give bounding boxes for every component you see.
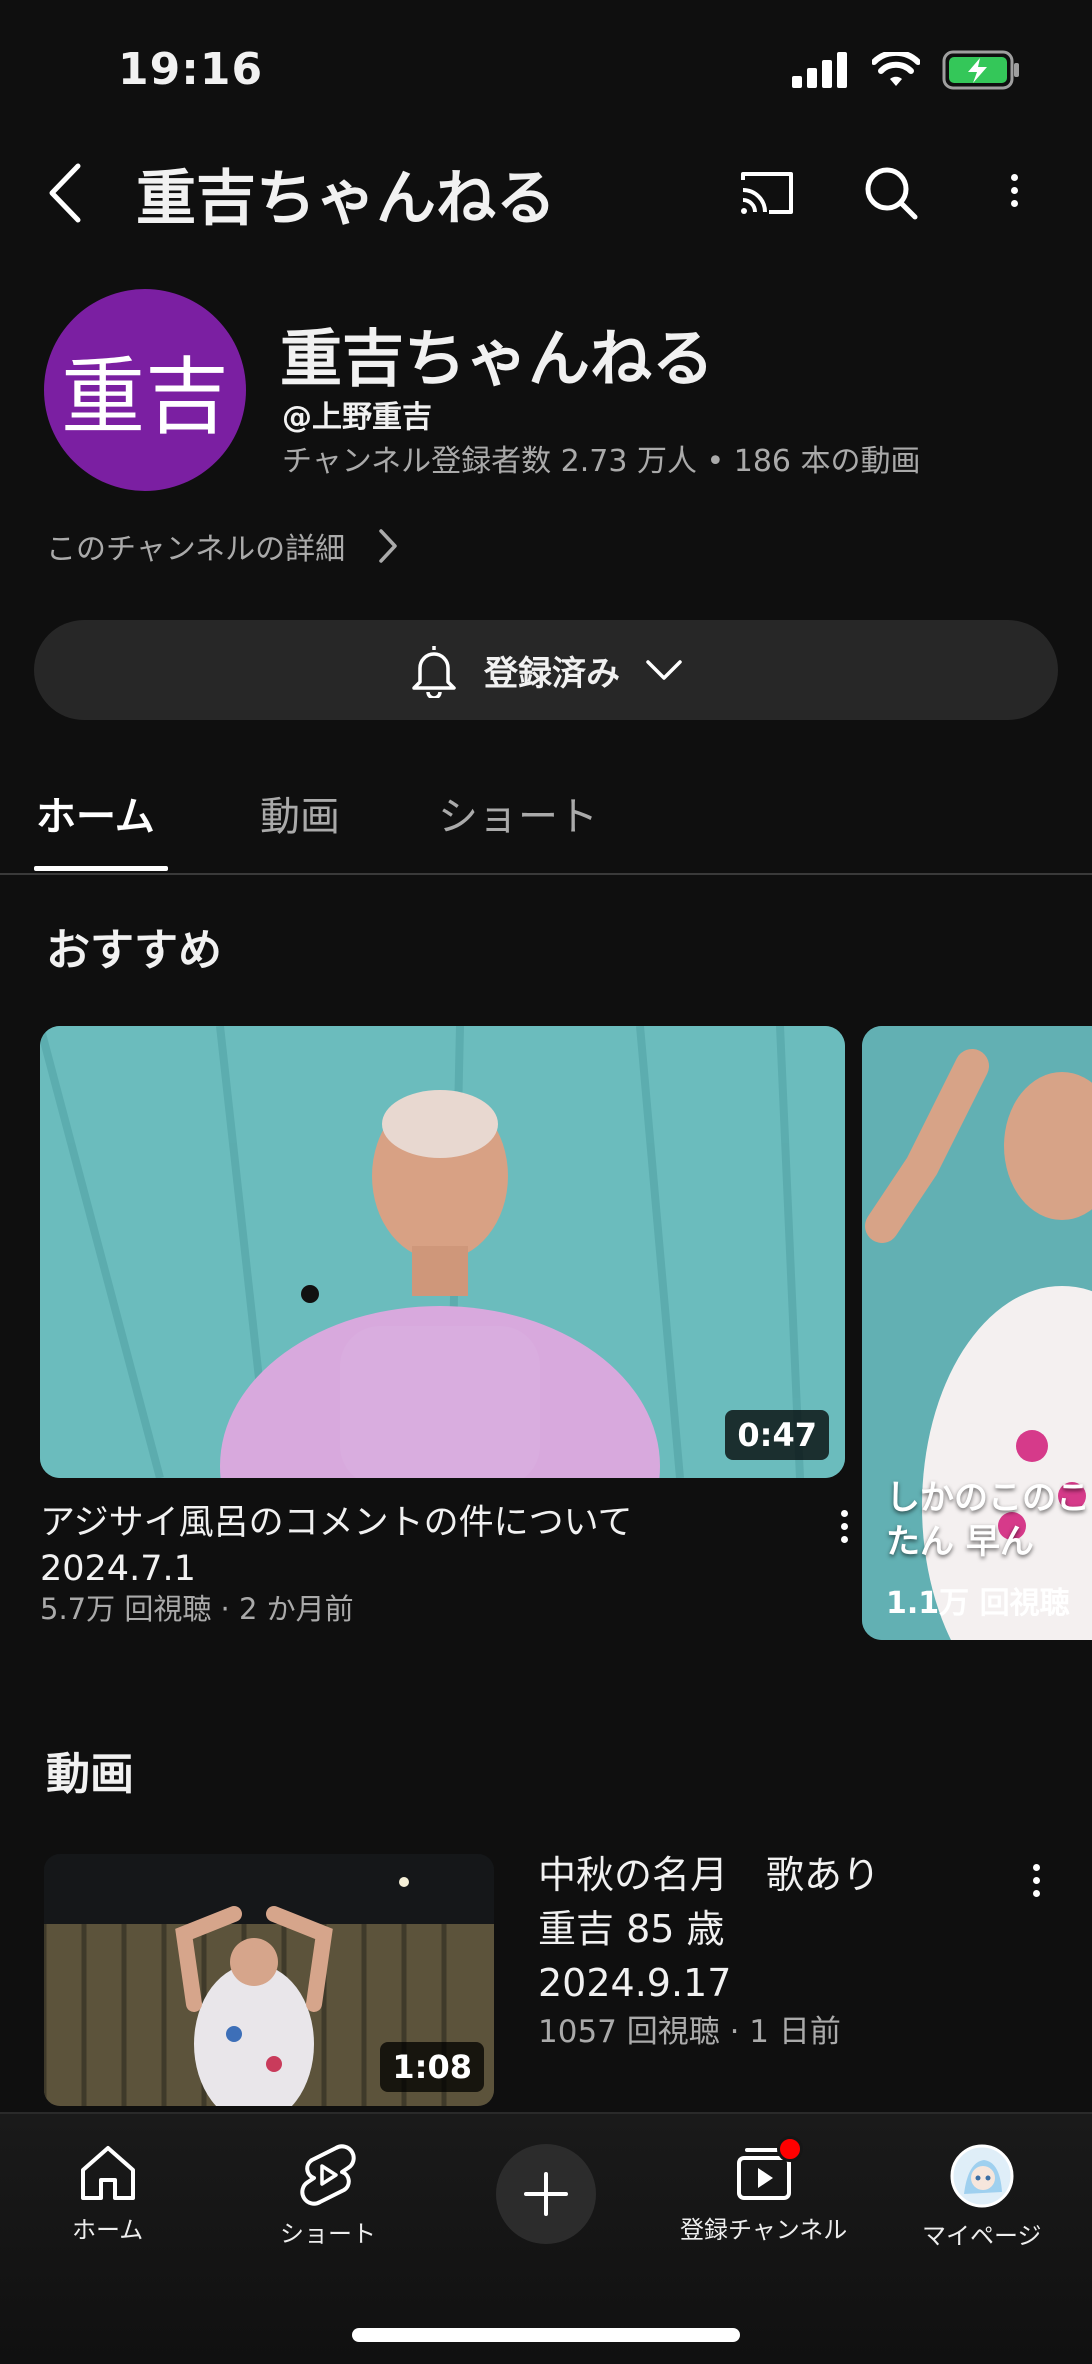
channel-details-label: このチャンネルの詳細 [46,532,346,567]
nav-subscriptions-label: 登録チャンネル [680,2216,848,2244]
cast-button[interactable] [734,160,800,226]
video-meta: 1057 回視聴 · 1 日前 [538,2014,841,2050]
short-views: 1.1万 回視聴 [886,1586,1070,1621]
channel-name: 重吉ちゃんねる [280,322,715,395]
nav-my-page-label: マイページ [922,2222,1042,2250]
duration-badge: 1:08 [380,2042,484,2092]
bottom-navigation: ホーム ショート 登録チャンネル マイページ [0,2112,1092,2364]
subscribed-label: 登録済み [484,653,620,694]
battery-icon [942,50,1019,90]
video-options-button[interactable] [824,1496,864,1556]
tab-videos[interactable]: 動画 [260,784,340,842]
nav-home[interactable]: ホーム [72,2144,143,2245]
recommended-video-meta: 5.7万 回視聴 · 2 か月前 [40,1592,354,1626]
home-icon [80,2146,135,2200]
notification-dot [776,2136,803,2162]
create-button[interactable] [496,2144,596,2244]
channel-details-link[interactable]: このチャンネルの詳細 [46,524,399,568]
channel-handle: @上野重吉 [282,400,432,435]
chevron-right-icon [379,529,397,563]
short-title: しかのこのこ たんたん 早ん [886,1478,1092,1562]
tabs-divider [0,873,1092,875]
chevron-left-icon [49,163,81,223]
nav-my-page[interactable]: マイページ [922,2144,1042,2251]
chevron-down-icon [646,660,682,680]
status-time: 19:16 [118,44,264,95]
tab-active-indicator [34,866,168,871]
recommended-short-thumbnail[interactable]: しかのこのこ たんたん 早ん 1.1万 回視聴 [862,1026,1092,1640]
video-thumbnail-image [40,1026,845,1478]
duration-badge: 0:47 [725,1410,829,1460]
nav-home-label: ホーム [72,2216,144,2244]
search-button[interactable] [858,160,924,226]
header-title: 重吉ちゃんねる [136,164,556,234]
plus-icon [524,2172,568,2216]
video-title-line: 中秋の名月 歌あり [538,1853,881,1897]
video-title-line: 重吉 85 歳 [538,1907,725,1951]
cast-icon [741,172,793,214]
tab-home[interactable]: ホーム [36,784,155,842]
channel-avatar[interactable]: 重吉 [44,289,246,491]
subscriptions-icon-wrap [733,2136,803,2202]
signal-icon [792,52,847,88]
channel-stats: チャンネル登録者数 2.73 万人 • 186 本の動画 [282,444,921,479]
nav-subscriptions[interactable]: 登録チャンネル [680,2136,848,2245]
section-title-recommended: おすすめ [46,925,222,976]
tab-shorts[interactable]: ショート [438,784,598,842]
video-title-line: 2024.9.17 [538,1961,732,2005]
video-title[interactable]: 中秋の名月 歌あり 重吉 85 歳 2024.9.17 [538,1848,938,2010]
home-indicator [352,2328,740,2342]
nav-shorts-label: ショート [280,2220,376,2248]
video-options-button[interactable] [1016,1850,1056,1910]
nav-shorts[interactable]: ショート [280,2144,376,2249]
recommended-video-thumbnail[interactable]: 0:47 [40,1026,845,1478]
status-icons [792,50,1022,90]
wifi-icon [872,52,920,86]
video-thumbnail[interactable]: 1:08 [44,1854,494,2106]
search-icon [865,167,918,220]
profile-avatar [950,2144,1014,2208]
section-title-videos: 動画 [46,1749,134,1800]
shorts-icon [300,2144,356,2206]
subscribed-button[interactable]: 登録済み [34,620,1058,720]
back-button[interactable] [40,160,92,226]
recommended-video-title[interactable]: アジサイ風呂のコメントの件について 2024.7.1 [40,1500,780,1592]
bell-icon [412,646,456,698]
more-options-button[interactable] [992,160,1036,220]
